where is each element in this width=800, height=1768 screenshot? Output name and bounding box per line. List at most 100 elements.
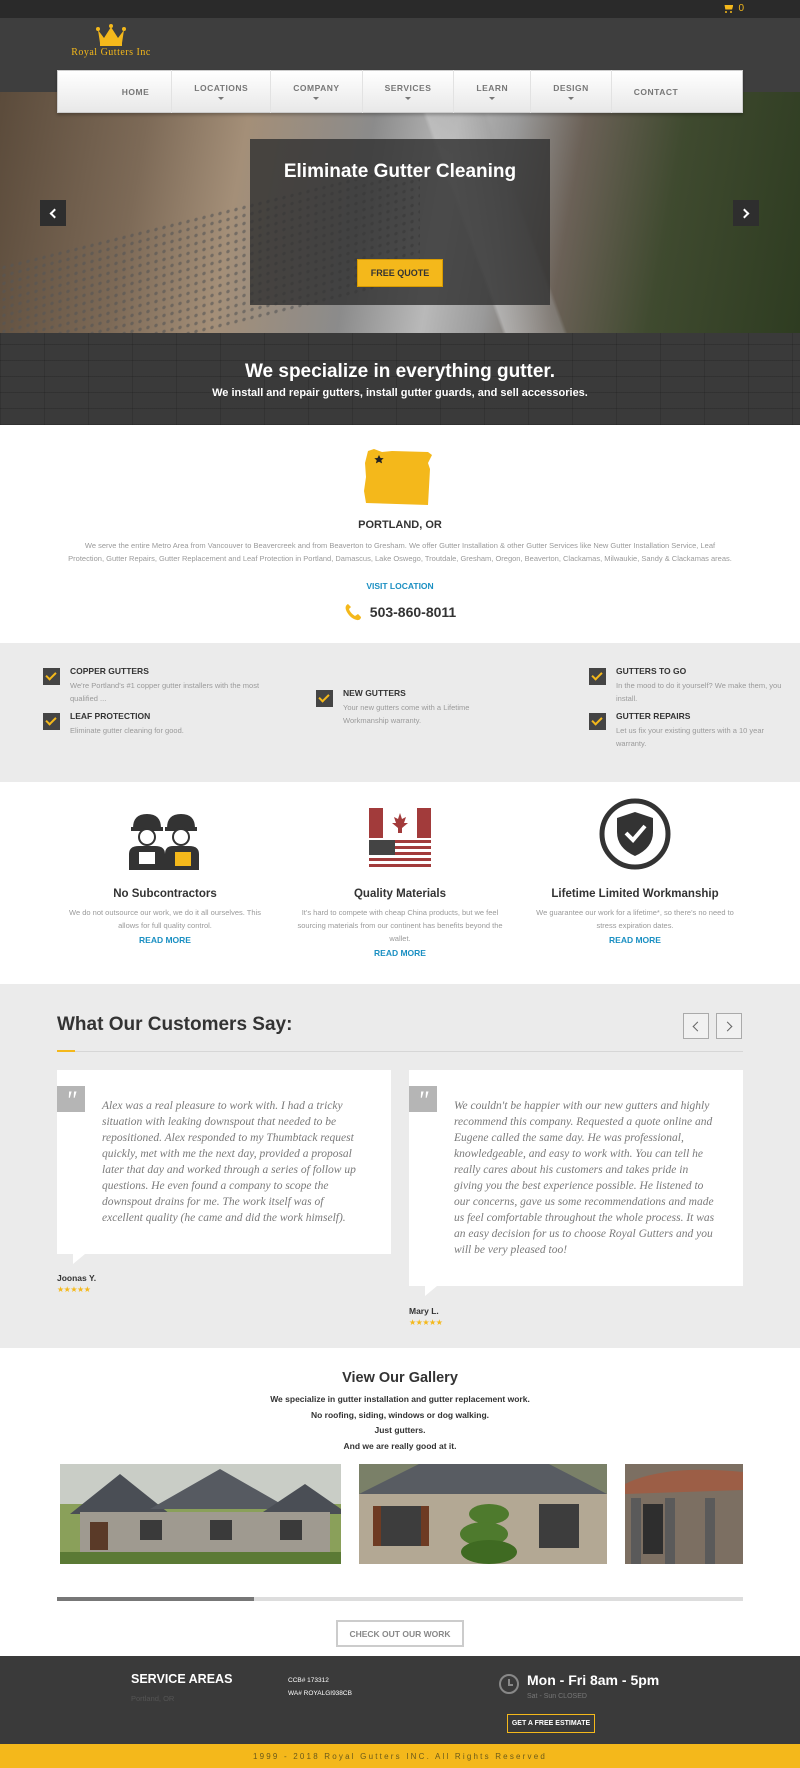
slider-next-button[interactable] (733, 200, 759, 226)
chevron-right-icon (739, 208, 750, 218)
chevron-left-icon (49, 208, 60, 218)
gallery-photo[interactable] (359, 1464, 607, 1564)
service-areas-heading: SERVICE AREAS (131, 1672, 233, 1686)
clock-icon (499, 1674, 519, 1694)
oregon-map-icon (364, 449, 432, 505)
testimonial-next-button[interactable] (716, 1013, 742, 1039)
hero-title: Eliminate Gutter Cleaning (283, 161, 517, 182)
feature-gutters-to-go[interactable]: GUTTERS TO GO In the mood to do it yourse… (589, 666, 794, 705)
quote-icon: " (409, 1086, 437, 1115)
chevron-right-icon (722, 1021, 733, 1031)
location-section: PORTLAND, OR We serve the entire Metro A… (0, 425, 800, 643)
crown-icon (96, 24, 126, 46)
visit-location-link[interactable]: VISIT LOCATION (0, 581, 800, 591)
nav-learn[interactable]: LEARN (454, 70, 532, 113)
main-nav: HOME LOCATIONS COMPANY SERVICES LEARN DE… (57, 70, 743, 113)
testimonial-card: " We couldn't be happier with our new gu… (409, 1070, 743, 1296)
read-more-link[interactable]: READ MORE (60, 935, 270, 945)
house-photo-1 (60, 1464, 341, 1564)
pillar-quality-materials: Quality Materials It's hard to compete w… (295, 800, 505, 958)
phone-number[interactable]: 503-860-8011 (0, 603, 800, 621)
nav-locations[interactable]: LOCATIONS (172, 70, 272, 113)
pillar-title: No Subcontractors (113, 888, 217, 900)
nav-company[interactable]: COMPANY (271, 70, 363, 113)
slider-prev-button[interactable] (40, 200, 66, 226)
cart-icon (722, 4, 734, 14)
caret-down-icon (218, 97, 225, 100)
testimonial-text: We couldn't be happier with our new gutt… (454, 1100, 715, 1256)
testimonials-heading: What Our Customers Say: (57, 1014, 293, 1035)
pillar-desc: It's hard to compete with cheap China pr… (297, 908, 503, 943)
copyright-bar: 1999 - 2018 Royal Gutters INC. All Right… (0, 1744, 800, 1768)
business-hours: Mon - Fri 8am - 5pm (527, 1672, 660, 1688)
shield-check-icon (599, 798, 671, 870)
hero-caption: Eliminate Gutter Cleaning FREE QUOTE (250, 139, 550, 305)
checkbox-icon (589, 668, 606, 685)
testimonial-author: Mary L. (409, 1306, 439, 1316)
nav-home[interactable]: HOME (100, 70, 173, 113)
testimonial-text: Alex was a real pleasure to work with. I… (102, 1100, 356, 1224)
feature-gutter-repairs[interactable]: GUTTER REPAIRS Let us fix your existing g… (589, 711, 794, 750)
chevron-left-icon (692, 1021, 703, 1031)
nav-services[interactable]: SERVICES (363, 70, 455, 113)
caret-down-icon (567, 97, 574, 100)
tagline-band: We specialize in everything gutter. We i… (0, 333, 800, 425)
phone-icon (345, 604, 361, 621)
caret-down-icon (404, 97, 411, 100)
pillar-title: Lifetime Limited Workmanship (551, 888, 719, 900)
house-photo-3 (625, 1464, 743, 1564)
workers-icon (129, 814, 199, 870)
check-out-our-work-button[interactable]: CHECK OUT OUR WORK (336, 1620, 464, 1647)
feature-leaf-protection[interactable]: LEAF PROTECTION Eliminate gutter cleaning… (43, 711, 263, 737)
gallery-photo[interactable] (60, 1464, 341, 1564)
gallery-carousel[interactable] (57, 1464, 743, 1564)
logo-text: Royal Gutters Inc (71, 47, 151, 58)
value-pillars: No Subcontractors We do not outsource ou… (0, 782, 800, 984)
gallery-heading: View Our Gallery (342, 1370, 458, 1386)
features-section: COPPER GUTTERS We're Portland's #1 copper… (0, 643, 800, 782)
pillar-title: Quality Materials (353, 888, 447, 900)
free-quote-button[interactable]: FREE QUOTE (356, 259, 444, 287)
star-rating: ★★★★★ (409, 1318, 443, 1327)
weekend-hours: Sat - Sun CLOSED (527, 1693, 587, 1700)
nav-contact[interactable]: CONTACT (612, 70, 700, 113)
quote-icon: " (57, 1086, 85, 1115)
feature-new-gutters[interactable]: NEW GUTTERS Your new gutters come with a … (316, 688, 506, 727)
testimonial-card: " Alex was a real pleasure to work with.… (57, 1070, 391, 1264)
logo[interactable]: Royal Gutters Inc (56, 24, 166, 74)
top-bar: 0 (0, 0, 800, 18)
flags-icon (369, 808, 431, 870)
checkbox-icon (43, 668, 60, 685)
read-more-link[interactable]: READ MORE (530, 935, 740, 945)
gallery-photo[interactable] (625, 1464, 743, 1564)
house-photo-2 (359, 1464, 607, 1564)
hero-slider: Eliminate Gutter Cleaning FREE QUOTE (0, 92, 800, 333)
read-more-link[interactable]: READ MORE (295, 948, 505, 958)
pillar-desc: We guarantee our work for a lifetime*, s… (536, 908, 734, 930)
feature-copper-gutters[interactable]: COPPER GUTTERS We're Portland's #1 copper… (43, 666, 263, 705)
location-title: PORTLAND, OR (358, 519, 442, 531)
service-area-city[interactable]: Portland, OR (131, 1694, 174, 1703)
divider-accent (57, 1050, 75, 1052)
testimonial-prev-button[interactable] (683, 1013, 709, 1039)
pillar-desc: We do not outsource our work, we do it a… (69, 908, 261, 930)
cart-count: 0 (738, 3, 744, 14)
divider (57, 1051, 743, 1052)
gallery-scrollbar-thumb[interactable] (57, 1597, 254, 1601)
location-description: We serve the entire Metro Area from Vanc… (68, 541, 732, 563)
checkbox-icon (589, 713, 606, 730)
checkbox-icon (316, 690, 333, 707)
caret-down-icon (313, 97, 320, 100)
tagline-sub: We install and repair gutters, install g… (212, 387, 588, 399)
tagline-heading: We specialize in everything gutter. (244, 361, 556, 382)
pillar-lifetime-workmanship: Lifetime Limited Workmanship We guarante… (530, 798, 740, 945)
caret-down-icon (489, 97, 496, 100)
cart-link[interactable]: 0 (722, 3, 744, 14)
star-rating: ★★★★★ (57, 1285, 91, 1294)
license-numbers: CCB# 173312 WA# ROYALGI938CB (288, 1677, 352, 1697)
checkbox-icon (43, 713, 60, 730)
free-estimate-button[interactable]: GET A FREE ESTIMATE (507, 1714, 595, 1733)
testimonial-author: Joonas Y. (57, 1273, 97, 1283)
pillar-no-subcontractors: No Subcontractors We do not outsource ou… (60, 800, 270, 945)
nav-design[interactable]: DESIGN (531, 70, 612, 113)
